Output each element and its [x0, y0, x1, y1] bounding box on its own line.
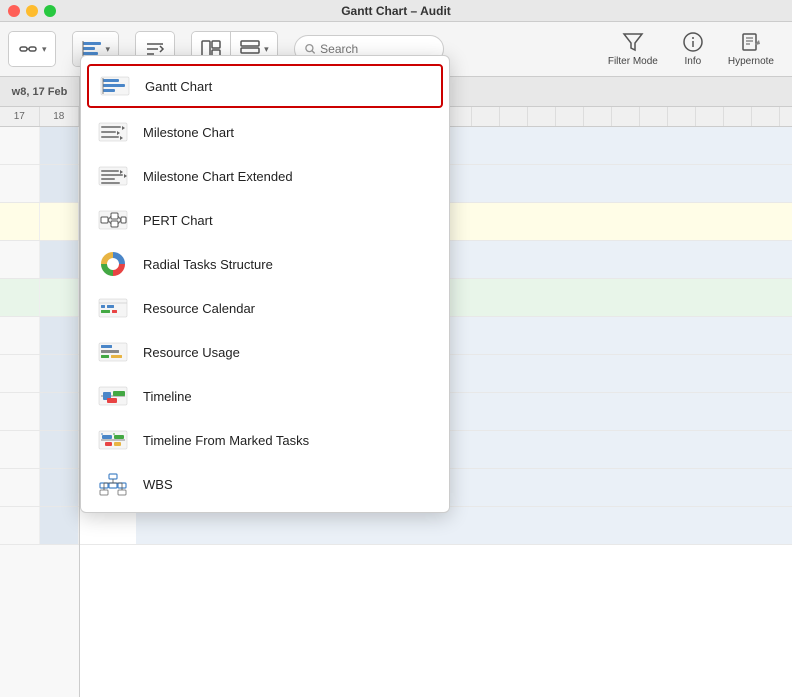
- timeline-marked-label: Timeline From Marked Tasks: [143, 433, 309, 448]
- timeline-marked-icon: [97, 424, 129, 456]
- left-week-label: w8, 17 Feb: [12, 86, 68, 98]
- dropdown-item-resource-calendar[interactable]: Resource Calendar: [81, 286, 449, 330]
- minimize-button[interactable]: [26, 5, 38, 17]
- milestone-chart-label: Milestone Chart: [143, 125, 234, 140]
- gantt-left-panel: w8, 17 Feb 17 18: [0, 77, 80, 697]
- hypernote-button[interactable]: Hypernote: [718, 22, 784, 77]
- day-15: [472, 107, 500, 126]
- left-row-8: [0, 393, 79, 431]
- left-row-10: [0, 469, 79, 507]
- day-22: [668, 107, 696, 126]
- left-row-1: [0, 127, 79, 165]
- day-24: [724, 107, 752, 126]
- dropdown-item-gantt-chart[interactable]: Gantt Chart: [87, 64, 443, 108]
- gantt-chart-label: Gantt Chart: [145, 79, 212, 94]
- day-18: [556, 107, 584, 126]
- left-row-6: [0, 317, 79, 355]
- resource-usage-icon: [97, 336, 129, 368]
- left-row-11: [0, 507, 79, 545]
- day-20: [612, 107, 640, 126]
- radial-tasks-label: Radial Tasks Structure: [143, 257, 273, 272]
- maximize-button[interactable]: [44, 5, 56, 17]
- layout2-chevron: ▾: [264, 44, 269, 55]
- day-21: [640, 107, 668, 126]
- day-19: [584, 107, 612, 126]
- left-row-9: [0, 431, 79, 469]
- day-23: [696, 107, 724, 126]
- dropdown-item-resource-usage[interactable]: Resource Usage: [81, 330, 449, 374]
- milestone-chart-icon: [97, 116, 129, 148]
- day-16: [500, 107, 528, 126]
- timeline-icon: [97, 380, 129, 412]
- left-row-5: [0, 279, 79, 317]
- timeline-label: Timeline: [143, 389, 192, 404]
- left-row-2: [0, 165, 79, 203]
- filter-label: Filter Mode: [608, 56, 658, 67]
- gantt-chart-dropdown-icon: [99, 70, 131, 102]
- wbs-label: WBS: [143, 477, 173, 492]
- dropdown-item-timeline[interactable]: Timeline: [81, 374, 449, 418]
- day-17: [528, 107, 556, 126]
- dropdown-item-radial[interactable]: Radial Tasks Structure: [81, 242, 449, 286]
- left-day-17: 17: [0, 107, 40, 126]
- left-row-3: [0, 203, 79, 241]
- left-row-7: [0, 355, 79, 393]
- filter-icon: [622, 31, 644, 53]
- dropdown-item-milestone-ext[interactable]: Milestone Chart Extended: [81, 154, 449, 198]
- info-label: Info: [685, 56, 702, 67]
- pert-chart-icon: [97, 204, 129, 236]
- milestone-ext-icon: [97, 160, 129, 192]
- window-controls[interactable]: [8, 5, 56, 17]
- chart-type-dropdown[interactable]: Gantt Chart Milestone Chart: [80, 55, 450, 513]
- pert-chart-label: PERT Chart: [143, 213, 213, 228]
- dropdown-item-wbs[interactable]: WBS: [81, 462, 449, 506]
- view-chevron: ▾: [106, 44, 111, 55]
- wbs-icon: [97, 468, 129, 500]
- dropdown-item-milestone[interactable]: Milestone Chart: [81, 110, 449, 154]
- resource-calendar-icon: [97, 292, 129, 324]
- info-icon: [682, 31, 704, 53]
- link-icon: [17, 38, 39, 60]
- radial-tasks-icon: [97, 248, 129, 280]
- info-button[interactable]: Info: [672, 22, 714, 77]
- left-day-18: 18: [40, 107, 80, 126]
- resource-usage-label: Resource Usage: [143, 345, 240, 360]
- link-chevron: ▾: [42, 44, 47, 55]
- close-button[interactable]: [8, 5, 20, 17]
- link-group: ▾: [8, 31, 56, 67]
- day-25: [752, 107, 780, 126]
- search-input[interactable]: [320, 42, 432, 56]
- milestone-ext-label: Milestone Chart Extended: [143, 169, 293, 184]
- dropdown-item-timeline-marked[interactable]: Timeline From Marked Tasks: [81, 418, 449, 462]
- dropdown-item-pert[interactable]: PERT Chart: [81, 198, 449, 242]
- left-days-row: 17 18: [0, 107, 79, 127]
- filter-mode-button[interactable]: Filter Mode: [598, 22, 668, 77]
- left-week-header: w8, 17 Feb: [0, 77, 79, 107]
- resource-calendar-label: Resource Calendar: [143, 301, 255, 316]
- window-title: Gantt Chart – Audit: [341, 4, 451, 18]
- hypernote-icon: [740, 31, 762, 53]
- hypernote-label: Hypernote: [728, 56, 774, 67]
- left-row-4: [0, 241, 79, 279]
- search-icon: [305, 43, 316, 55]
- link-button[interactable]: ▾: [9, 32, 55, 66]
- title-bar: Gantt Chart – Audit: [0, 0, 792, 22]
